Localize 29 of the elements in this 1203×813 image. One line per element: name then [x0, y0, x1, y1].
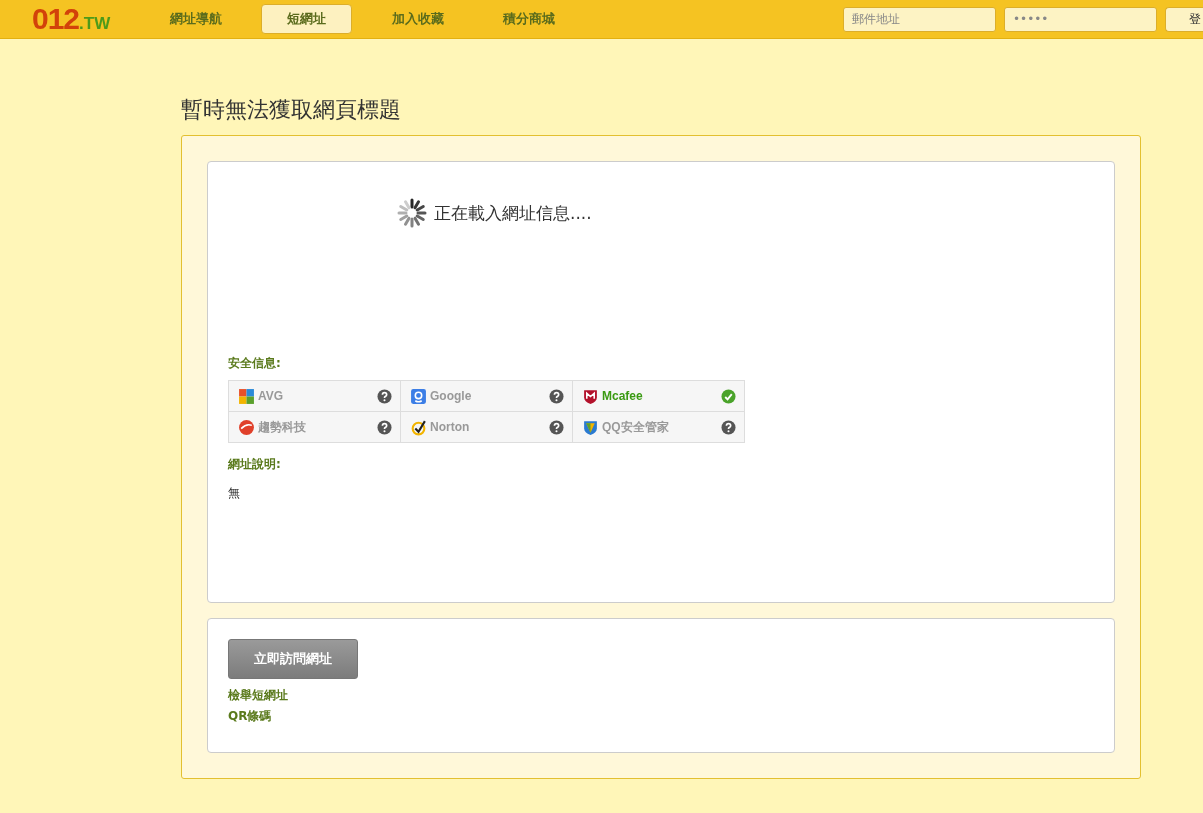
- login-button[interactable]: 登: [1165, 6, 1203, 32]
- vendor-logo-icon: [238, 387, 255, 405]
- password-field[interactable]: •••••: [1004, 6, 1157, 32]
- vendor-logo-icon: [410, 387, 427, 405]
- page-title: 暫時無法獲取網頁標題: [181, 96, 402, 124]
- loading-spinner-icon: [396, 197, 428, 229]
- visit-button[interactable]: 立即訪問網址: [228, 639, 358, 679]
- text-link[interactable]: QR條碼: [228, 708, 1094, 725]
- loading-text: 正在載入網址信息....: [434, 201, 592, 225]
- nav-link[interactable]: 網址導航: [150, 4, 241, 34]
- vendor-name: AVG: [258, 389, 284, 403]
- section-heading: 安全信息:: [228, 355, 282, 372]
- text-link[interactable]: 檢舉短網址: [228, 687, 1094, 704]
- vendor-name: Mcafee: [602, 389, 643, 403]
- email-field[interactable]: 郵件地址: [843, 6, 996, 32]
- logo[interactable]: 012.TW: [32, 2, 142, 36]
- vendor-logo-icon: [582, 418, 599, 436]
- section-heading: 網址說明:: [228, 456, 282, 473]
- description-text: 無: [228, 485, 241, 502]
- nav-link[interactable]: 短網址: [261, 4, 352, 34]
- vendor-logo-icon: [582, 387, 599, 405]
- nav-link[interactable]: 加入收藏: [372, 4, 463, 34]
- vendor-name: QQ安全管家: [602, 418, 669, 436]
- vendor-name: 趨勢科技: [258, 418, 306, 436]
- nav-link[interactable]: 積分商城: [483, 4, 574, 34]
- vendor-name: Norton: [430, 420, 470, 434]
- vendor-logo-icon: [238, 418, 255, 436]
- vendor-logo-icon: [410, 418, 427, 436]
- vendor-name: Google: [430, 389, 472, 403]
